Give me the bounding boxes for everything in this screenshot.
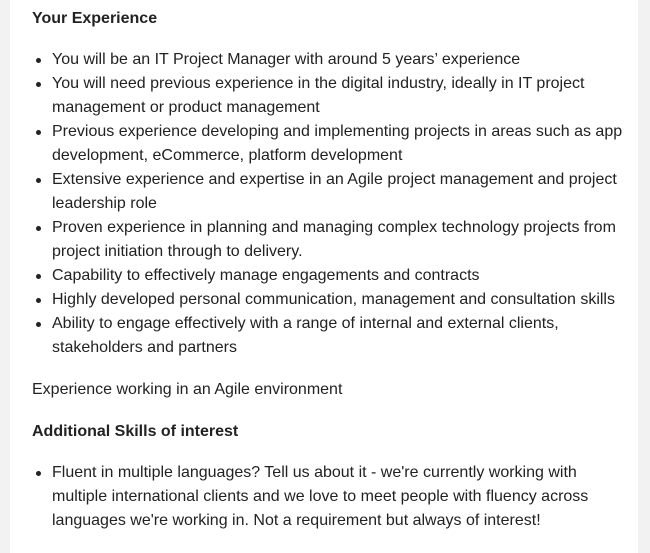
list-item: Extensive experience and expertise in an… xyxy=(32,168,632,216)
bullet-icon xyxy=(36,471,41,476)
section-heading-additional-skills: Additional Skills of interest xyxy=(32,423,239,440)
list-item: Ability to engage effectively with a ran… xyxy=(32,312,632,360)
list-item: You will be an IT Project Manager with a… xyxy=(32,48,632,72)
list-item: Highly developed personal communication,… xyxy=(32,288,632,312)
job-description-card: Your Experience You will be an IT Projec… xyxy=(10,0,638,553)
bullet-icon xyxy=(36,82,41,87)
list-item: You will need previous experience in the… xyxy=(32,72,632,120)
bullet-icon xyxy=(36,274,41,279)
list-item-text: You will need previous experience in the… xyxy=(52,75,585,116)
list-item-text: Proven experience in planning and managi… xyxy=(52,219,616,260)
additional-skills-list: Fluent in multiple languages? Tell us ab… xyxy=(32,461,632,533)
list-item-text: Capability to effectively manage engagem… xyxy=(52,267,480,284)
bullet-icon xyxy=(36,58,41,63)
list-item: Fluent in multiple languages? Tell us ab… xyxy=(32,461,632,533)
experience-list: You will be an IT Project Manager with a… xyxy=(32,48,632,360)
bullet-icon xyxy=(36,130,41,135)
list-item-text: Previous experience developing and imple… xyxy=(52,123,623,164)
list-item-text: Ability to engage effectively with a ran… xyxy=(52,315,559,356)
bullet-icon xyxy=(36,178,41,183)
list-item-text: You will be an IT Project Manager with a… xyxy=(52,51,521,68)
bullet-icon xyxy=(36,298,41,303)
list-item: Capability to effectively manage engagem… xyxy=(32,264,632,288)
list-item-text: Fluent in multiple languages? Tell us ab… xyxy=(52,464,589,529)
agile-paragraph: Experience working in an Agile environme… xyxy=(32,381,343,398)
list-item-text: Highly developed personal communication,… xyxy=(52,291,615,308)
list-item: Proven experience in planning and managi… xyxy=(32,216,632,264)
list-item-text: Extensive experience and expertise in an… xyxy=(52,171,617,212)
section-heading-your-experience: Your Experience xyxy=(32,10,158,27)
bullet-icon xyxy=(36,322,41,327)
job-description-content: Your Experience You will be an IT Projec… xyxy=(32,0,632,533)
bullet-icon xyxy=(36,226,41,231)
list-item: Previous experience developing and imple… xyxy=(32,120,632,168)
